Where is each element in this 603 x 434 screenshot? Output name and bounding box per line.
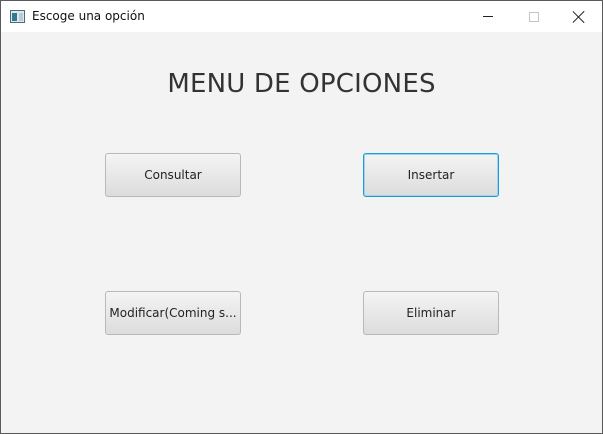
close-icon	[573, 11, 585, 23]
app-icon	[10, 10, 25, 23]
consultar-button[interactable]: Consultar	[105, 153, 241, 197]
close-button[interactable]	[556, 1, 602, 32]
minimize-button[interactable]	[465, 1, 511, 32]
insertar-button[interactable]: Insertar	[363, 153, 499, 197]
maximize-icon	[529, 11, 539, 22]
page-title: MENU DE OPCIONES	[167, 69, 436, 99]
app-window: Escoge una opción MENU DE OPCIONES Consu…	[0, 0, 603, 434]
minimize-icon	[483, 16, 493, 17]
maximize-button[interactable]	[511, 1, 557, 32]
modificar-button[interactable]: Modificar(Coming s...	[105, 291, 241, 335]
title-bar[interactable]: Escoge una opción	[1, 1, 602, 32]
eliminar-button[interactable]: Eliminar	[363, 291, 499, 335]
window-title: Escoge una opción	[32, 9, 145, 23]
